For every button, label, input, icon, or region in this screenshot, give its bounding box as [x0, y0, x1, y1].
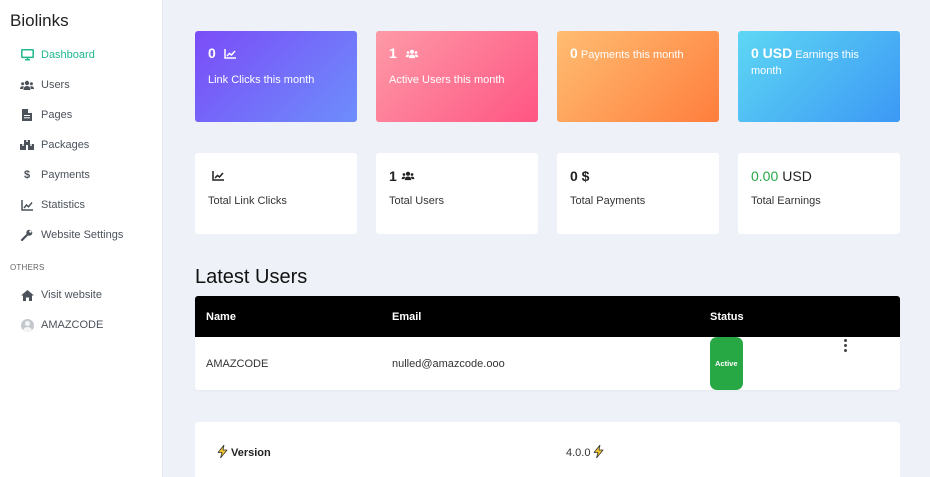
sidebar-item-statistics[interactable]: Statistics	[0, 190, 163, 220]
chart-line-icon	[224, 46, 237, 64]
sidebar-item-dashboard[interactable]: Dashboard	[0, 40, 163, 70]
boxes-icon	[20, 138, 34, 152]
card-value: 1	[389, 168, 397, 184]
sidebar-item-packages[interactable]: Packages	[0, 130, 163, 160]
payments-month-card: 0 Payments this month	[557, 31, 719, 122]
card-label: Link Clicks this month	[208, 74, 315, 86]
wrench-icon	[20, 228, 34, 242]
earnings-month-card: 0 USD Earnings this month	[738, 31, 900, 122]
active-users-month-card: 1 Active Users this month	[376, 31, 538, 122]
card-value: 0 USD	[751, 45, 793, 61]
link-clicks-month-card: 0 Link Clicks this month	[195, 31, 357, 122]
sidebar-other-nav: Visit website AMAZCODE	[0, 280, 163, 340]
avatar	[20, 318, 34, 332]
chart-line-icon	[20, 198, 34, 212]
user-name-cell: AMAZCODE	[206, 357, 269, 370]
bolt-icon	[217, 444, 228, 461]
card-value: 0.00	[751, 168, 779, 184]
sidebar-item-website-settings[interactable]: Website Settings	[0, 220, 163, 250]
column-header-status: Status	[710, 310, 744, 323]
card-label: Total Link Clicks	[208, 195, 287, 207]
table-header: Name Email Status	[195, 296, 900, 337]
card-label: Total Earnings	[751, 195, 821, 207]
sidebar: Biolinks Dashboard Users Pages Packages	[0, 0, 163, 477]
avatar-icon	[20, 318, 34, 332]
sidebar-item-pages[interactable]: Pages	[0, 100, 163, 130]
sidebar-item-label: Users	[41, 79, 70, 91]
total-users-card: 1 Total Users	[376, 153, 538, 234]
card-value: 0	[208, 45, 216, 61]
sidebar-item-label: Payments	[41, 169, 90, 181]
card-unit: USD	[782, 168, 812, 184]
table-row: AMAZCODE nulled@amazcode.ooo Active	[195, 337, 900, 390]
brand-title[interactable]: Biolinks	[10, 11, 69, 31]
version-label: Version	[231, 447, 271, 459]
card-value: 0	[570, 45, 578, 61]
column-header-email: Email	[392, 310, 422, 323]
row-actions-menu-icon[interactable]	[840, 337, 851, 390]
sidebar-item-profile[interactable]: AMAZCODE	[0, 310, 163, 340]
sidebar-item-users[interactable]: Users	[0, 70, 163, 100]
card-value: 0 $	[570, 168, 590, 184]
chart-line-icon	[212, 168, 224, 184]
sidebar-item-label: Dashboard	[41, 49, 95, 61]
latest-users-table: Name Email Status AMAZCODE nulled@amazco…	[195, 296, 900, 390]
sidebar-item-label: Statistics	[41, 199, 86, 211]
version-card: Version 4.0.0	[195, 422, 900, 477]
sidebar-item-payments[interactable]: $ Payments	[0, 160, 163, 190]
user-email-cell: nulled@amazcode.ooo	[392, 357, 505, 370]
sidebar-item-label: AMAZCODE	[41, 319, 104, 331]
dollar-icon: $	[23, 169, 31, 181]
card-value: 1	[389, 45, 397, 61]
users-icon	[405, 46, 419, 64]
card-label: Payments this month	[580, 49, 684, 61]
users-icon	[20, 78, 34, 92]
version-value: 4.0.0	[566, 447, 591, 459]
card-label: Total Payments	[570, 195, 646, 207]
status-badge: Active	[710, 337, 743, 390]
sidebar-item-label: Pages	[41, 109, 73, 121]
monitor-icon	[20, 48, 34, 62]
sidebar-item-visit-website[interactable]: Visit website	[0, 280, 163, 310]
sidebar-nav: Dashboard Users Pages Packages $ Payment…	[0, 40, 163, 250]
card-label: Active Users this month	[389, 74, 505, 86]
total-payments-card: 0 $ Total Payments	[557, 153, 719, 234]
sidebar-item-label: Visit website	[41, 289, 102, 301]
sidebar-item-label: Website Settings	[41, 229, 124, 241]
home-icon	[20, 288, 34, 302]
column-header-name: Name	[206, 310, 236, 323]
bolt-icon	[593, 444, 604, 461]
total-link-clicks-card: Total Link Clicks	[195, 153, 357, 234]
latest-users-title: Latest Users	[195, 266, 308, 288]
sidebar-section-label: OTHERS	[10, 263, 45, 272]
sidebar-item-label: Packages	[41, 139, 90, 151]
card-label: Total Users	[389, 195, 445, 207]
total-earnings-card: 0.00 USD Total Earnings	[738, 153, 900, 234]
users-icon	[401, 168, 415, 184]
file-icon	[20, 108, 34, 122]
